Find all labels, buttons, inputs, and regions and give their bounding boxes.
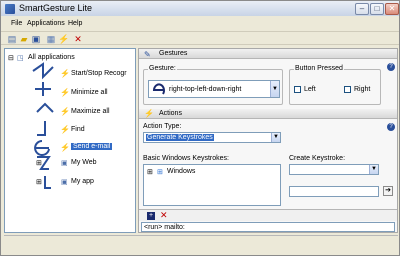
window-title: SmartGesture Lite: [19, 3, 93, 13]
gesture-glyph-find: [37, 121, 46, 136]
windows-logo-icon: ⊞: [157, 169, 163, 176]
gesture-value: right-top-left-down-right: [169, 86, 242, 93]
gesture-glyph-send-email: [34, 140, 50, 156]
help-icon[interactable]: ?: [387, 63, 395, 71]
left-checkbox[interactable]: [294, 86, 301, 93]
app-icon: ▣: [61, 179, 68, 186]
app-icon: [5, 4, 15, 14]
lightning-icon: ⚡: [60, 69, 70, 78]
actions-title: Actions: [159, 110, 182, 117]
lightning-icon: ⚡: [60, 125, 70, 134]
lightning-icon: ⚡: [60, 88, 70, 97]
create-keystroke-select[interactable]: ▼: [289, 164, 379, 175]
title-bar: SmartGesture Lite – □ ✕: [1, 1, 399, 16]
open-icon[interactable]: ▰: [19, 34, 29, 44]
tree-item[interactable]: Maximize all: [71, 108, 110, 115]
gesture-glyph-minimize: [35, 82, 51, 96]
application-tree[interactable]: ⊟ ◳ All applications ⚡ Start/Stop Recogr…: [4, 48, 136, 233]
insert-icon[interactable]: +: [147, 212, 155, 220]
gesture-label: Gesture:: [148, 65, 177, 72]
close-button[interactable]: ✕: [385, 3, 399, 15]
gesture-select[interactable]: right-top-left-down-right ▼: [148, 80, 280, 98]
chevron-down-icon[interactable]: ▼: [271, 133, 280, 142]
tree-item[interactable]: My Web: [71, 159, 97, 166]
button-pressed-label: Button Pressed: [294, 65, 344, 72]
new-icon[interactable]: ▤: [7, 34, 17, 44]
help-icon[interactable]: ?: [387, 123, 395, 131]
minimize-button[interactable]: –: [355, 3, 369, 15]
tree-expander-icon[interactable]: ⊞: [36, 178, 42, 186]
tree-item[interactable]: Find: [71, 126, 85, 133]
lightning-icon: ⚡: [60, 107, 70, 116]
script-editor[interactable]: <run> mailto:: [141, 222, 395, 232]
action-type-select[interactable]: Generate Keystrokes ▼: [143, 132, 281, 143]
gesture-glyph-start-stop: [32, 62, 54, 80]
action-type-label: Action Type:: [143, 123, 182, 130]
delete-icon[interactable]: ✕: [73, 34, 83, 44]
right-checkbox-label: Right: [354, 86, 371, 93]
menu-applications[interactable]: Applications: [27, 20, 65, 27]
gesture-glyph-my-app: [44, 176, 51, 189]
tree-item[interactable]: My app: [71, 178, 94, 185]
app-icon: ▣: [61, 160, 68, 167]
script-text: <run> mailto:: [144, 224, 185, 231]
add-keystroke-button[interactable]: ➔: [383, 186, 393, 196]
actions-section-header[interactable]: ⚡ Actions: [139, 109, 397, 119]
tree-expander-icon[interactable]: ⊞: [147, 168, 153, 176]
left-checkbox-label: Left: [304, 86, 316, 93]
lightning-icon: ⚡: [60, 143, 70, 152]
details-panel: ✎ Gestures Gesture: right-top-left-down-…: [138, 48, 398, 233]
menu-help[interactable]: Help: [68, 20, 82, 27]
delete-icon[interactable]: ✕: [160, 211, 168, 220]
basic-keystrokes-label: Basic Windows Keystrokes:: [143, 155, 229, 162]
gesture-e-icon: [152, 83, 165, 95]
gestures-title: Gestures: [159, 50, 188, 57]
keystroke-text-field[interactable]: [289, 186, 379, 197]
tree-item[interactable]: Start/Stop Recogr: [71, 70, 127, 77]
menu-file[interactable]: File: [11, 20, 22, 27]
gesture-glyph-maximize: [36, 102, 54, 113]
properties-icon[interactable]: ▦: [46, 34, 56, 44]
chevron-down-icon[interactable]: ▼: [369, 165, 378, 174]
right-checkbox[interactable]: [344, 86, 351, 93]
save-icon[interactable]: ▣: [31, 34, 41, 44]
tree-item-selected[interactable]: Send e-mail: [71, 143, 113, 150]
gestures-section-header[interactable]: ✎ Gestures: [139, 49, 397, 59]
chevron-down-icon[interactable]: ▼: [270, 81, 279, 97]
script-toolbar: + ✕: [139, 209, 397, 221]
gesture-group: Gesture: right-top-left-down-right ▼: [143, 65, 283, 105]
lightning-icon[interactable]: ⚡: [58, 34, 69, 44]
application-window: SmartGesture Lite – □ ✕ File Application…: [0, 0, 400, 256]
tree-item[interactable]: Minimize all: [71, 89, 108, 96]
keystroke-item[interactable]: Windows: [167, 168, 195, 175]
menu-bar: File Applications Help: [1, 19, 399, 30]
status-bar: [4, 235, 398, 243]
maximize-button[interactable]: □: [370, 3, 384, 15]
create-keystroke-label: Create Keystroke:: [289, 155, 346, 162]
button-pressed-group: Button Pressed Left Right: [289, 65, 381, 105]
gesture-icon: ✎: [144, 50, 151, 59]
tree-expander-icon[interactable]: ⊞: [36, 159, 42, 167]
basic-keystrokes-tree[interactable]: ⊞ ⊞ Windows: [143, 164, 281, 206]
lightning-icon: ⚡: [144, 109, 154, 118]
toolbar: ▤ ▰ ▣ ▦ ⚡ ✕: [1, 31, 399, 45]
action-type-value: Generate Keystrokes: [146, 134, 214, 141]
